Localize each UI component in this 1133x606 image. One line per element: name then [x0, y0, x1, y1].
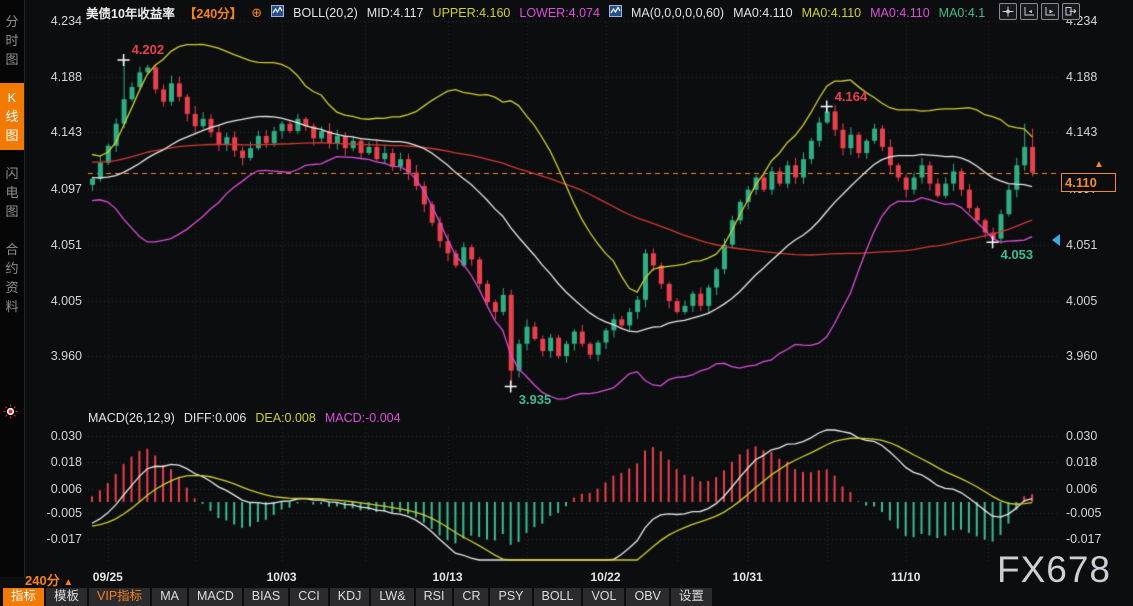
toolbar-item-vip-indicator[interactable]: VIP指标 [89, 588, 150, 606]
macd-axis-label-right: -0.005 [1066, 506, 1126, 520]
ma0-magenta-value: MA0:4.110 [870, 6, 930, 20]
x-axis-date: 10/22 [583, 570, 629, 584]
y-axis-label-left: 4.234 [22, 14, 82, 28]
dea-value: DEA:0.008 [255, 411, 315, 425]
toolbar-item-obv[interactable]: OBV [626, 588, 668, 606]
indicator-icon[interactable] [609, 5, 622, 20]
period-dropdown-arrow-icon: ▲ [63, 577, 73, 588]
boll-label: BOLL(20,2) [293, 6, 358, 20]
toolbar-item-cci[interactable]: CCI [290, 588, 328, 606]
macd-header: MACD(26,12,9) DIFF:0.006 DEA:0.008 MACD:-0.… [88, 411, 401, 425]
y-axis-label-right: 4.188 [1066, 70, 1126, 84]
period-selector[interactable]: 240分 ▲ [25, 570, 73, 589]
price-marker-label: 4.202 [132, 42, 165, 57]
watermark: FX678 [997, 549, 1111, 591]
record-icon[interactable] [3, 404, 18, 424]
x-axis-date: 09/25 [85, 570, 131, 584]
indicator-icon[interactable] [271, 5, 284, 20]
y-axis-label-right: 4.005 [1066, 294, 1126, 308]
toolbar-item-bias[interactable]: BIAS [244, 588, 289, 606]
ma-params: MA(0,0,0,0,0,60) [631, 6, 724, 20]
toolbar-item-kdj[interactable]: KDJ [330, 588, 370, 606]
macd-axis-label-left: -0.017 [22, 532, 82, 546]
compress-left-icon[interactable] [1020, 3, 1038, 20]
current-price-badge: 4.110 [1061, 173, 1116, 192]
sidebar-item-flash-chart[interactable]: 闪 电 图 [0, 159, 24, 226]
toolbar-item-vol[interactable]: VOL [583, 588, 624, 606]
toolbar-item-indicator[interactable]: 指标 [3, 588, 44, 606]
toolbar-item-cr[interactable]: CR [454, 588, 488, 606]
x-axis-date: 11/10 [883, 570, 929, 584]
chart-tool-buttons [999, 3, 1080, 20]
toolbar-item-settings[interactable]: 设置 [671, 588, 712, 606]
sidebar-item-contract-info[interactable]: 合 约 资 料 [0, 235, 24, 321]
y-axis-label-right: 4.143 [1066, 125, 1126, 139]
macd-axis-label-right: 0.030 [1066, 429, 1126, 443]
macd-axis-label-left: 0.006 [22, 482, 82, 496]
indicator-toolbar: 指标模板VIP指标MAMACDBIASCCIKDJLW&RSICRPSYBOLL… [3, 588, 712, 606]
macd-value: MACD:-0.004 [325, 411, 401, 425]
y-axis-label-left: 4.097 [22, 182, 82, 196]
price-marker-label: 4.164 [835, 89, 868, 104]
y-axis-label-right: 3.960 [1066, 349, 1126, 363]
diff-value: DIFF:0.006 [184, 411, 247, 425]
y-axis-label-left: 4.188 [22, 70, 82, 84]
y-axis-label-left: 4.005 [22, 294, 82, 308]
price-marker-label: 4.053 [1001, 247, 1034, 262]
sidebar-item-kline-chart[interactable]: K 线 图 [0, 83, 24, 150]
period-label: 【240分】 [184, 3, 242, 22]
y-axis-label-left: 4.143 [22, 125, 82, 139]
y-axis-label-right: 4.051 [1066, 238, 1126, 252]
boll-mid-value: MID:4.117 [367, 6, 424, 20]
compress-right-icon[interactable] [1041, 3, 1059, 20]
macd-params: MACD(26,12,9) [88, 411, 175, 425]
toolbar-item-psy[interactable]: PSY [490, 588, 531, 606]
x-axis-date: 10/03 [259, 570, 305, 584]
pan-right-icon[interactable] [1062, 3, 1080, 20]
axis-pointer-icon [1052, 234, 1060, 246]
price-up-arrow-icon: ▲ [1094, 159, 1104, 170]
macd-axis-label-left: 0.018 [22, 455, 82, 469]
toolbar-item-macd[interactable]: MACD [189, 588, 242, 606]
boll-lower-value: LOWER:4.074 [519, 6, 600, 20]
y-axis-label-left: 4.051 [22, 238, 82, 252]
macd-axis-label-right: -0.017 [1066, 532, 1126, 546]
macd-axis-label-left: -0.005 [22, 506, 82, 520]
y-axis-label-left: 3.960 [22, 349, 82, 363]
ma0-green-value: MA0:4.1 [939, 6, 986, 20]
app-window: 分 时 图 K 线 图闪 电 图合 约 资 料 美债10年收益率【240分】 ⊕ BO… [0, 0, 1133, 606]
toolbar-item-template[interactable]: 模板 [46, 588, 87, 606]
macd-axis-label-right: 0.006 [1066, 482, 1126, 496]
macd-axis-label-left: 0.030 [22, 429, 82, 443]
x-axis-date: 10/13 [425, 570, 471, 584]
chart-title: 美债10年收益率 [86, 3, 175, 22]
ma0-yellow-value: MA0:4.110 [802, 6, 862, 20]
boll-upper-value: UPPER:4.160 [433, 6, 511, 20]
period-text: 240分 [25, 573, 60, 588]
macd-axis-label-right: 0.018 [1066, 455, 1126, 469]
toolbar-item-ma[interactable]: MA [152, 588, 187, 606]
crosshair-icon[interactable] [999, 3, 1017, 20]
toolbar-item-rsi[interactable]: RSI [416, 588, 453, 606]
x-axis-date: 10/31 [725, 570, 771, 584]
chart-canvas[interactable] [0, 0, 1133, 606]
price-marker-label: 3.935 [519, 392, 552, 407]
toolbar-item-lw[interactable]: LW& [371, 588, 413, 606]
chart-header: 美债10年收益率【240分】 ⊕ BOLL(20,2) MID:4.117 UPPER:… [86, 3, 985, 22]
sidebar-item-time-chart[interactable]: 分 时 图 [0, 7, 24, 74]
ma0-white-value: MA0:4.110 [733, 6, 793, 20]
add-circle-icon[interactable]: ⊕ [251, 5, 262, 21]
toolbar-item-boll[interactable]: BOLL [534, 588, 582, 606]
